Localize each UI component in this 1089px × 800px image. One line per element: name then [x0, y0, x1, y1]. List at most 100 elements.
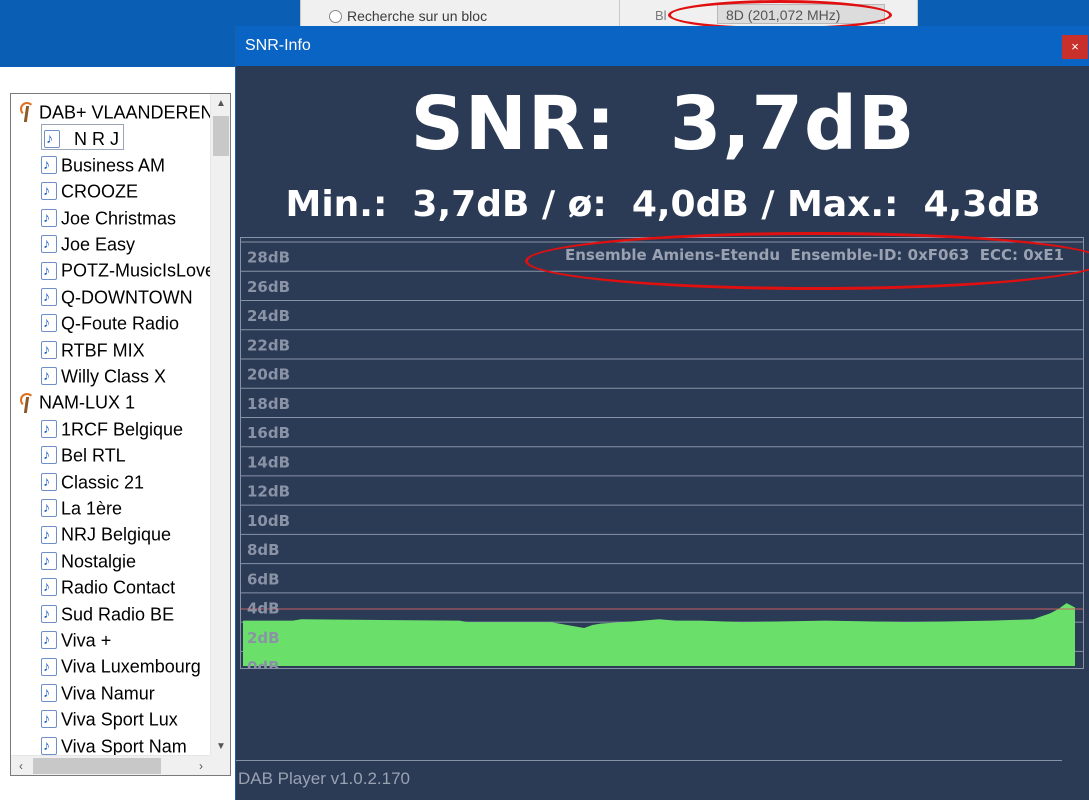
station-item[interactable]: Q-Foute Radio — [41, 309, 179, 335]
horizontal-scroll-thumb[interactable] — [33, 758, 161, 774]
music-note-icon — [41, 733, 57, 757]
station-item[interactable]: Viva Luxembourg — [41, 652, 201, 678]
y-tick-label: 10dB — [247, 512, 290, 530]
station-item[interactable]: N R J — [41, 124, 124, 151]
horizontal-scrollbar[interactable]: ‹ › — [11, 755, 211, 775]
station-item[interactable]: Bel RTL — [41, 441, 126, 467]
vertical-scroll-thumb[interactable] — [213, 116, 229, 156]
music-note-icon — [41, 205, 57, 229]
music-note-icon — [41, 152, 57, 176]
station-item[interactable]: POTZ-MusicIsLove — [41, 256, 215, 282]
station-item[interactable]: Willy Class X — [41, 362, 166, 388]
tree-item-label: Viva Sport Lux — [61, 709, 178, 730]
music-note-icon — [41, 548, 57, 572]
dialog-separator — [619, 0, 620, 26]
tree-item-label: RTBF MIX — [61, 339, 145, 360]
y-tick-label: 20dB — [247, 366, 290, 384]
music-note-icon — [41, 231, 57, 255]
tree-item-label: Sud Radio BE — [61, 603, 175, 624]
close-button[interactable]: × — [1062, 35, 1088, 59]
ensemble-item[interactable]: NAM-LUX 1 — [19, 388, 135, 414]
tree-item-label: Viva Luxembourg — [61, 656, 201, 677]
station-item[interactable]: Joe Easy — [41, 230, 135, 256]
station-item[interactable]: 1RCF Belgique — [41, 415, 183, 441]
music-note-icon — [41, 706, 57, 730]
tree-item-label: Willy Class X — [61, 366, 167, 387]
music-note-icon — [41, 469, 57, 493]
scroll-right-arrow-icon[interactable]: › — [191, 756, 211, 775]
tree-item-label: Q-DOWNTOWN — [61, 287, 193, 308]
tree-item-label: NAM-LUX 1 — [39, 392, 136, 413]
tree-item-label: POTZ-MusicIsLove — [61, 260, 216, 281]
footer-divider — [236, 760, 1062, 761]
tree-item-label: Viva + — [61, 630, 112, 651]
music-note-icon — [41, 258, 57, 282]
tree-item-label: Nostalgie — [61, 551, 137, 572]
snr-chart-svg: 0dB 2dB 4dB 6dB 8dB 10dB 12dB 14dB 16dB 18dB 20dB 2… — [241, 241, 1083, 668]
antenna-icon — [19, 392, 35, 413]
scroll-corner — [210, 755, 230, 775]
music-note-icon — [41, 574, 57, 598]
tree-item-label: Q-Foute Radio — [61, 313, 180, 334]
y-tick-label: 2dB — [247, 629, 280, 647]
snr-window-title: SNR-Info — [245, 37, 311, 54]
highlight-circle-ensemble — [525, 232, 1089, 290]
ensemble-item[interactable]: DAB+ VLAANDEREN — [19, 98, 214, 124]
station-item[interactable]: Viva + — [41, 626, 111, 652]
tree-item-label: N R J — [74, 128, 119, 149]
y-tick-label: 0dB — [247, 658, 280, 668]
music-note-icon — [41, 178, 57, 202]
tree-item-label: Viva Namur — [61, 683, 155, 704]
station-item[interactable]: Q-DOWNTOWN — [41, 283, 193, 309]
music-note-icon — [41, 337, 57, 361]
parent-window-strip — [0, 67, 236, 75]
station-item[interactable]: Sud Radio BE — [41, 600, 174, 626]
station-item[interactable]: Viva Namur — [41, 679, 155, 705]
music-note-icon — [41, 654, 57, 678]
version-label: DAB Player v1.0.2.170 — [238, 769, 410, 788]
y-tick-label: 14dB — [247, 453, 290, 471]
scroll-left-arrow-icon[interactable]: ‹ — [11, 756, 31, 775]
y-tick-label: 26dB — [247, 278, 290, 296]
tree-item-label: 1RCF Belgique — [61, 419, 184, 440]
music-note-icon — [41, 363, 57, 387]
snr-titlebar[interactable]: SNR-Info × — [236, 26, 1089, 66]
station-tree[interactable]: DAB+ VLAANDEREN N R J Business AM CROOZE Joe… — [10, 93, 231, 776]
snr-info-window: SNR-Info × SNR: 3,7dB Min.: 3,7dB / ø: 4… — [235, 26, 1089, 800]
tree-item-label: NRJ Belgique — [61, 524, 172, 545]
music-note-icon — [41, 416, 57, 440]
block-search-radio[interactable] — [329, 10, 342, 23]
station-item[interactable]: RTBF MIX — [41, 336, 145, 362]
station-item[interactable]: Business AM — [41, 151, 165, 177]
y-tick-label: 16dB — [247, 424, 290, 442]
music-note-icon — [41, 522, 57, 546]
y-tick-label: 18dB — [247, 395, 290, 413]
y-tick-label: 24dB — [247, 307, 290, 325]
station-item[interactable]: NRJ Belgique — [41, 520, 171, 546]
music-note-icon — [41, 495, 57, 519]
music-note-icon — [41, 601, 57, 625]
snr-statistics: Min.: 3,7dB / ø: 4,0dB / Max.: 4,3dB — [285, 184, 1041, 225]
y-tick-label: 6dB — [247, 570, 280, 588]
music-note-icon — [41, 310, 57, 334]
tree-item-label: Joe Christmas — [61, 207, 177, 228]
tree-item-label: Business AM — [61, 155, 166, 176]
vertical-scrollbar[interactable]: ▲ ▼ — [210, 94, 230, 757]
scroll-down-arrow-icon[interactable]: ▼ — [211, 737, 230, 757]
y-tick-label: 12dB — [247, 483, 290, 501]
tree-item-label: Viva Sport Nam — [61, 735, 187, 756]
y-tick-label: 4dB — [247, 600, 280, 618]
station-item[interactable]: La 1ère — [41, 494, 122, 520]
y-tick-label: 28dB — [247, 249, 290, 267]
station-item[interactable]: Classic 21 — [41, 468, 144, 494]
station-item[interactable]: Nostalgie — [41, 547, 136, 573]
scroll-up-arrow-icon[interactable]: ▲ — [211, 94, 230, 114]
station-item[interactable]: Radio Contact — [41, 573, 175, 599]
station-item[interactable]: Viva Sport Lux — [41, 705, 178, 731]
tree-item-label: CROOZE — [61, 181, 139, 202]
block-search-label: Recherche sur un bloc — [347, 8, 488, 24]
station-item[interactable]: Viva Sport Nam — [41, 732, 187, 758]
station-item[interactable]: Joe Christmas — [41, 204, 176, 230]
tree-item-label: La 1ère — [61, 498, 123, 519]
station-item[interactable]: CROOZE — [41, 177, 138, 203]
